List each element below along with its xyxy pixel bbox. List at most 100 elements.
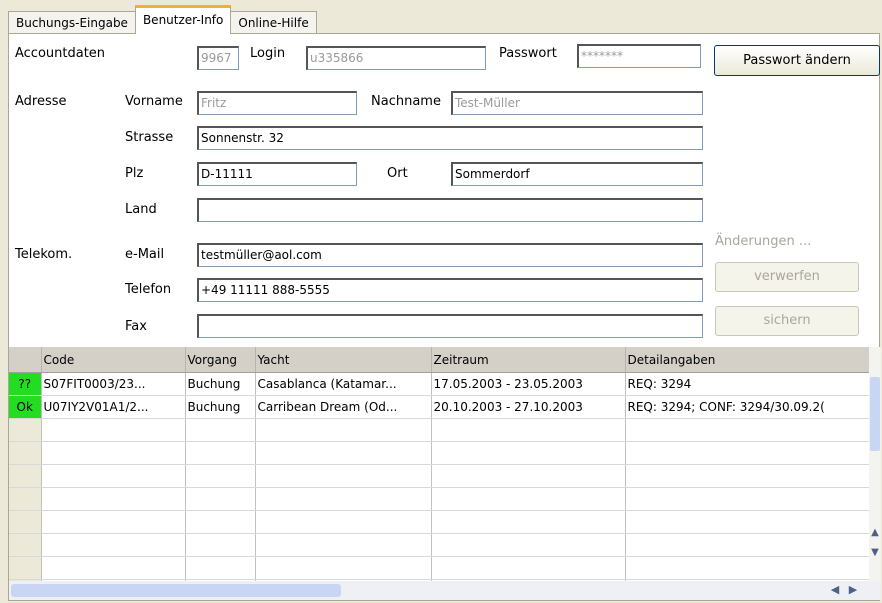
table-row[interactable] xyxy=(9,533,869,557)
table-cell xyxy=(185,556,256,580)
table-cell xyxy=(255,418,432,442)
cell-detailangaben: REQ: 3294; CONF: 3294/30.09.2( xyxy=(625,395,869,419)
table-row[interactable] xyxy=(9,464,869,488)
vertical-scroll-thumb[interactable] xyxy=(870,377,880,451)
cell-zeitraum: 17.05.2003 - 23.05.2003 xyxy=(431,372,626,396)
table-row[interactable] xyxy=(9,556,869,580)
status-cell xyxy=(9,487,42,511)
horizontal-scrollbar[interactable]: ◀ ▶ xyxy=(9,581,881,600)
scroll-right-icon[interactable]: ▶ xyxy=(845,583,861,598)
vorname-field[interactable]: Fritz xyxy=(197,91,357,115)
table-cell xyxy=(625,533,869,557)
table-cell xyxy=(625,464,869,488)
table-row[interactable] xyxy=(9,487,869,511)
cell-detailangaben: REQ: 3294 xyxy=(625,372,869,396)
table-cell xyxy=(431,418,626,442)
column-header-vorgang[interactable]: Vorgang xyxy=(185,347,256,373)
cell-yacht: Carribean Dream (Od... xyxy=(255,395,432,419)
tab-buchungs-eingabe[interactable]: Buchungs-Eingabe xyxy=(8,11,136,34)
status-cell xyxy=(9,418,42,442)
table-cell xyxy=(625,510,869,534)
column-header-yacht[interactable]: Yacht xyxy=(255,347,432,373)
ort-field[interactable]: Sommerdorf xyxy=(451,162,703,186)
passwort-aendern-button[interactable]: Passwort ändern xyxy=(714,45,880,76)
table-cell xyxy=(625,441,869,465)
accountdaten-label: Accountdaten xyxy=(15,46,106,61)
table-header: Code Vorgang Yacht Zeitraum Detailangabe… xyxy=(9,347,869,373)
table-cell xyxy=(431,533,626,557)
passwort-field[interactable]: ******* xyxy=(577,44,701,68)
ort-label: Ort xyxy=(387,166,408,181)
account-number-field: 9967 xyxy=(197,46,239,70)
table-cell xyxy=(431,441,626,465)
table-cell xyxy=(625,556,869,580)
table-cell xyxy=(625,418,869,442)
table-cell xyxy=(41,533,186,557)
status-badge: ?? xyxy=(9,372,42,396)
login-label: Login xyxy=(250,46,286,61)
passwort-label: Passwort xyxy=(499,46,557,61)
table-row[interactable] xyxy=(9,510,869,534)
table-cell xyxy=(41,510,186,534)
column-header-detailangaben[interactable]: Detailangaben xyxy=(625,347,869,373)
column-header-code[interactable]: Code xyxy=(41,347,186,373)
telefon-label: Telefon xyxy=(125,282,172,297)
vertical-scrollbar[interactable]: ▲ ▼ xyxy=(869,347,881,581)
table-cell xyxy=(185,533,256,557)
table-row[interactable] xyxy=(9,441,869,465)
table-cell xyxy=(431,556,626,580)
table-cell xyxy=(185,441,256,465)
land-field[interactable] xyxy=(197,198,703,222)
table-cell xyxy=(185,487,256,511)
cell-yacht: Casablanca (Katamar... xyxy=(255,372,432,396)
empty-rows xyxy=(9,418,869,581)
table-cell xyxy=(255,464,432,488)
adresse-label: Adresse xyxy=(15,94,67,109)
table-row[interactable]: Ok U07IY2V01A1/2... Buchung Carribean Dr… xyxy=(9,395,869,419)
cell-zeitraum: 20.10.2003 - 27.10.2003 xyxy=(431,395,626,419)
nachname-field[interactable]: Test-Müller xyxy=(451,91,703,115)
table-cell xyxy=(255,510,432,534)
plz-field[interactable]: D-11111 xyxy=(197,162,357,186)
cell-code: U07IY2V01A1/2... xyxy=(41,395,186,419)
table-cell xyxy=(185,464,256,488)
strasse-field[interactable]: Sonnenstr. 32 xyxy=(197,126,703,150)
table-cell xyxy=(185,418,256,442)
table-row[interactable] xyxy=(9,418,869,442)
status-cell xyxy=(9,464,42,488)
email-field[interactable]: testmüller@aol.com xyxy=(197,243,703,267)
sichern-button[interactable]: sichern xyxy=(715,306,859,336)
telefon-field[interactable]: +49 11111 888-5555 xyxy=(197,278,703,302)
table-cell xyxy=(41,464,186,488)
scroll-up-icon[interactable]: ▲ xyxy=(869,527,881,545)
tab-benutzer-info[interactable]: Benutzer-Info xyxy=(134,5,232,34)
horizontal-scroll-thumb[interactable] xyxy=(11,584,341,597)
scroll-left-icon[interactable]: ◀ xyxy=(827,583,843,598)
status-cell xyxy=(9,533,42,557)
cell-vorgang: Buchung xyxy=(185,372,256,396)
scroll-down-icon[interactable]: ▼ xyxy=(869,547,881,565)
login-field: u335866 xyxy=(306,46,486,70)
telekom-label: Telekom. xyxy=(15,247,73,262)
table-cell xyxy=(41,441,186,465)
table-cell xyxy=(431,464,626,488)
land-label: Land xyxy=(125,202,157,217)
tab-bar: Buchungs-Eingabe Benutzer-Info Online-Hi… xyxy=(8,5,317,34)
fax-field[interactable] xyxy=(197,314,703,338)
status-cell xyxy=(9,510,42,534)
status-cell xyxy=(9,556,42,580)
strasse-label: Strasse xyxy=(125,130,174,145)
fax-label: Fax xyxy=(125,319,147,334)
status-badge: Ok xyxy=(9,395,42,419)
table-row[interactable]: ?? S07FIT0003/23... Buchung Casablanca (… xyxy=(9,372,869,396)
verwerfen-button[interactable]: verwerfen xyxy=(715,262,859,292)
table-cell xyxy=(255,556,432,580)
table-cell xyxy=(431,487,626,511)
vorname-label: Vorname xyxy=(125,94,183,109)
column-header-status[interactable] xyxy=(9,347,42,373)
column-header-zeitraum[interactable]: Zeitraum xyxy=(431,347,626,373)
table-cell xyxy=(185,510,256,534)
tab-online-hilfe[interactable]: Online-Hilfe xyxy=(230,11,317,34)
email-label: e-Mail xyxy=(125,247,165,262)
bookings-table: Code Vorgang Yacht Zeitraum Detailangabe… xyxy=(9,347,869,581)
